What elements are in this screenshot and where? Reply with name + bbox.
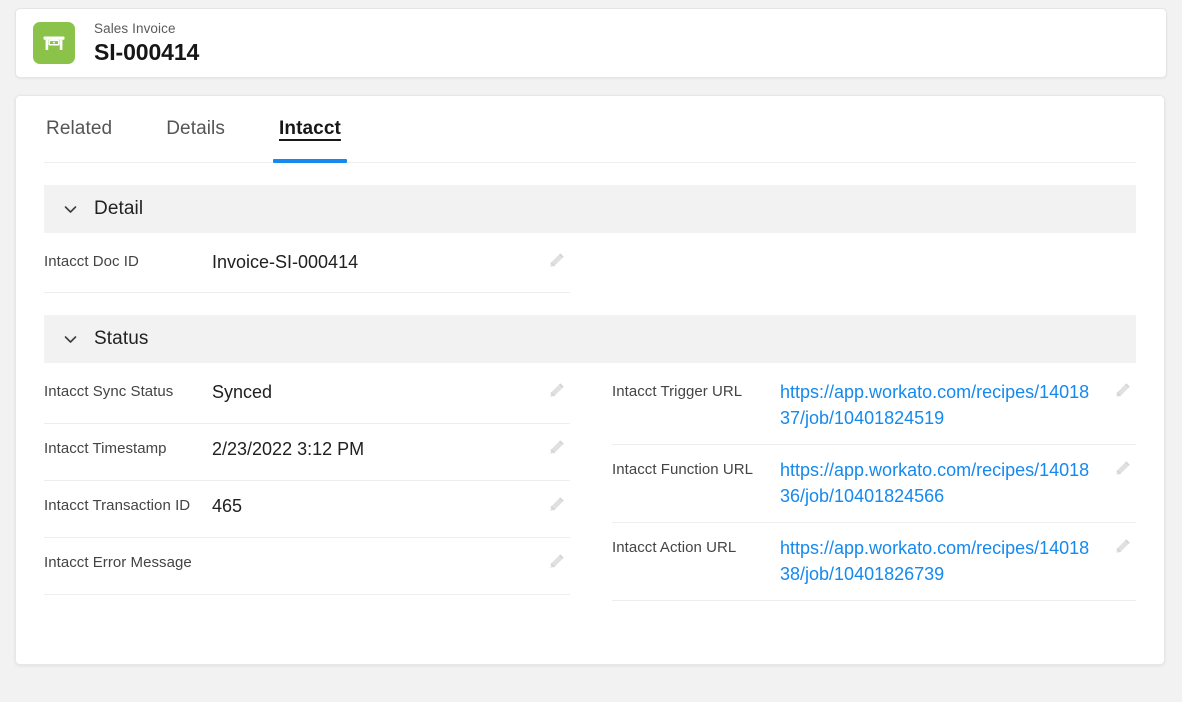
field-value: Invoice-SI-000414 [212, 249, 570, 275]
field-label: Intacct Action URL [612, 535, 780, 559]
tab-details[interactable]: Details [164, 96, 227, 162]
field-label: Intacct Function URL [612, 457, 780, 481]
pencil-icon[interactable] [548, 381, 568, 401]
status-fields: Intacct Sync Status Synced Intacct Times… [44, 363, 1136, 601]
pencil-icon[interactable] [548, 251, 568, 271]
tab-bar: Related Details Intacct [44, 96, 1136, 163]
intacct-panel: Related Details Intacct Detail Intacct D… [15, 95, 1165, 665]
record-header-text: Sales Invoice SI-000414 [94, 19, 199, 67]
pencil-icon[interactable] [548, 552, 568, 572]
tab-related[interactable]: Related [44, 96, 114, 162]
tab-intacct[interactable]: Intacct [277, 96, 343, 162]
field-value: Synced [212, 379, 570, 405]
field-label: Intacct Trigger URL [612, 379, 780, 403]
chevron-down-icon [60, 199, 80, 219]
section-title-detail: Detail [94, 198, 143, 220]
pencil-icon[interactable] [1114, 381, 1134, 401]
field-row-intacct-error-message: Intacct Error Message [44, 538, 570, 595]
field-row-intacct-transaction-id: Intacct Transaction ID 465 [44, 481, 570, 538]
field-value-link[interactable]: https://app.workato.com/recipes/1401838/… [780, 535, 1136, 587]
field-row-intacct-sync-status: Intacct Sync Status Synced [44, 367, 570, 424]
record-type-label: Sales Invoice [94, 19, 199, 38]
pencil-icon[interactable] [548, 495, 568, 515]
field-value: 465 [212, 493, 570, 519]
pencil-icon[interactable] [1114, 459, 1134, 479]
section-title-status: Status [94, 328, 148, 350]
section-header-status[interactable]: Status [44, 315, 1136, 363]
field-value-link[interactable]: https://app.workato.com/recipes/1401837/… [780, 379, 1136, 431]
field-row-intacct-function-url: Intacct Function URL https://app.workato… [612, 445, 1136, 523]
desk-icon [33, 22, 75, 64]
pencil-icon[interactable] [1114, 537, 1134, 557]
pencil-icon[interactable] [548, 438, 568, 458]
field-row-intacct-doc-id: Intacct Doc ID Invoice-SI-000414 [44, 237, 570, 293]
detail-left-column: Intacct Doc ID Invoice-SI-000414 [44, 237, 590, 293]
status-left-column: Intacct Sync Status Synced Intacct Times… [44, 367, 590, 601]
field-value-link[interactable]: https://app.workato.com/recipes/1401836/… [780, 457, 1136, 509]
detail-fields: Intacct Doc ID Invoice-SI-000414 [44, 233, 1136, 293]
field-label: Intacct Transaction ID [44, 493, 212, 517]
section-header-detail[interactable]: Detail [44, 185, 1136, 233]
record-header: Sales Invoice SI-000414 [15, 8, 1167, 78]
field-value: 2/23/2022 3:12 PM [212, 436, 570, 462]
field-label: Intacct Error Message [44, 550, 212, 574]
field-label: Intacct Doc ID [44, 249, 212, 273]
field-row-intacct-action-url: Intacct Action URL https://app.workato.c… [612, 523, 1136, 601]
status-right-column: Intacct Trigger URL https://app.workato.… [590, 367, 1136, 601]
field-row-intacct-trigger-url: Intacct Trigger URL https://app.workato.… [612, 367, 1136, 445]
field-row-intacct-timestamp: Intacct Timestamp 2/23/2022 3:12 PM [44, 424, 570, 481]
field-value [212, 550, 570, 576]
record-name-title: SI-000414 [94, 38, 199, 67]
detail-right-column [590, 237, 1136, 293]
field-label: Intacct Sync Status [44, 379, 212, 403]
chevron-down-icon [60, 329, 80, 349]
field-label: Intacct Timestamp [44, 436, 212, 460]
